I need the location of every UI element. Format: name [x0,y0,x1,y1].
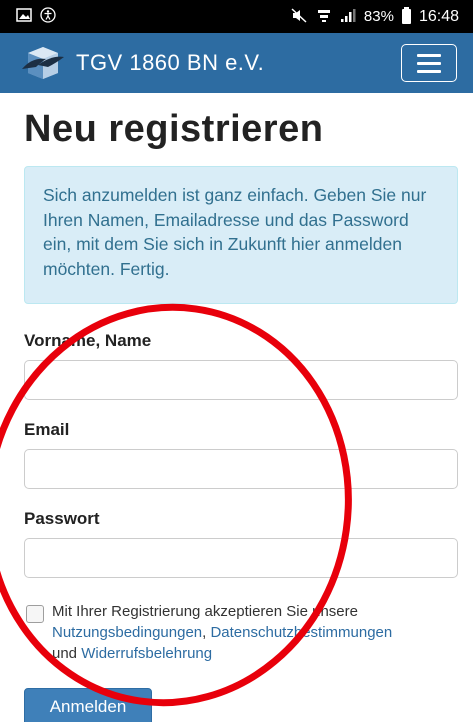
menu-toggle-button[interactable] [401,44,457,82]
terms-prefix: Mit Ihrer Registrierung akzeptieren Sie … [52,603,358,620]
clock: 16:48 [418,7,459,25]
terms-of-use-link[interactable]: Nutzungsbedingungen [52,624,202,641]
register-submit-button[interactable]: Anmelden [24,688,152,722]
name-label: Vorname, Name [24,331,152,350]
brand-name[interactable]: TGV 1860 BN e.V. [76,50,264,76]
hamburger-icon [417,53,441,57]
club-logo-icon[interactable] [18,45,68,81]
battery-icon [401,7,411,24]
terms-text: Mit Ihrer Registrierung akzeptieren Sie … [52,601,462,664]
status-bar-right: 83% 16:48 [291,7,459,26]
password-label: Passwort [24,509,100,528]
status-bar: 83% 16:48 [0,0,473,33]
privacy-policy-link[interactable]: Datenschutzbestimmungen [210,624,392,641]
name-input[interactable] [24,360,458,400]
wifi-icon [316,8,332,26]
email-label: Email [24,420,70,439]
accessibility-icon [40,7,56,26]
terms-and-word: und [52,645,78,662]
image-icon [16,8,32,25]
mute-icon [291,7,308,26]
battery-percent: 83% [363,8,394,25]
terms-checkbox[interactable] [26,605,44,623]
password-input[interactable] [24,538,458,578]
page-title: Neu registrieren [24,108,324,150]
status-bar-left [16,7,56,26]
withdrawal-policy-link[interactable]: Widerrufsbelehrung [81,645,212,662]
email-input[interactable] [24,449,458,489]
signal-icon [340,8,356,26]
navbar: TGV 1860 BN e.V. [0,33,473,93]
info-alert: Sich anzumelden ist ganz einfach. Geben … [24,166,458,304]
